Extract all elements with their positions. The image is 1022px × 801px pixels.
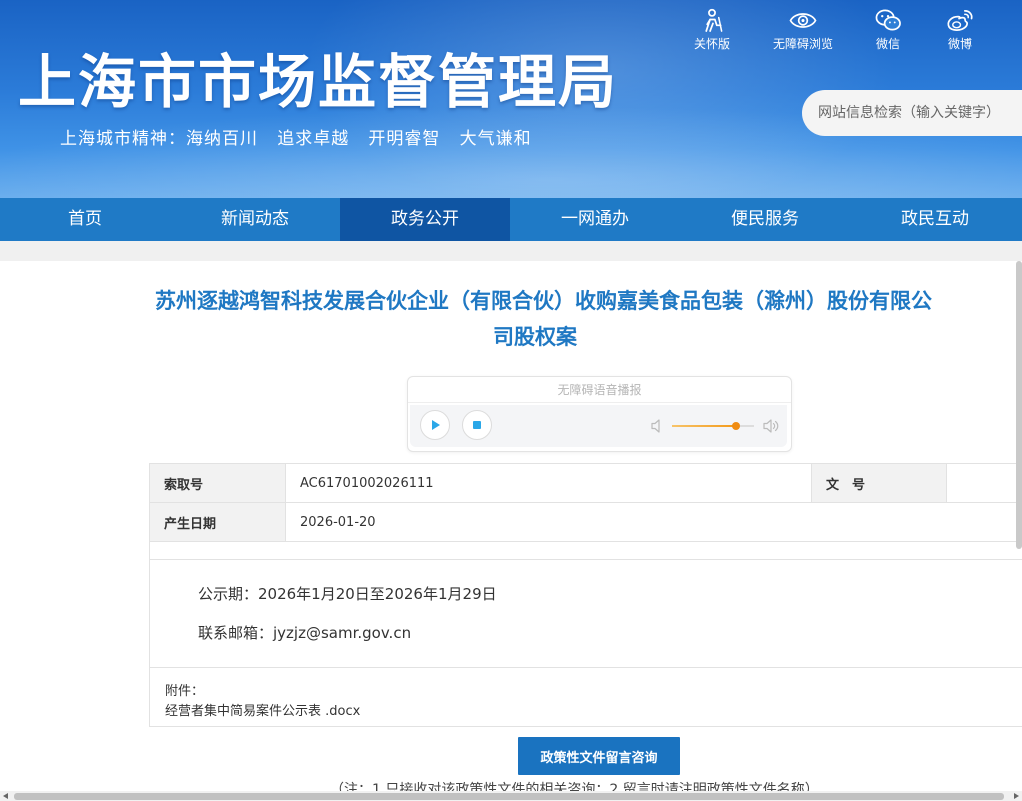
volume-high-icon[interactable] [762,417,780,435]
player-controls [410,405,787,447]
publicity-period: 公示期：2026年1月20日至2026年1月29日 [198,585,497,603]
scroll-left-icon[interactable] [3,793,8,799]
voice-broadcast-label: 无障碍语音播报 [408,377,791,403]
doc-no-label: 文 号 [811,463,947,503]
body-divider [150,559,1022,560]
nav-item-0[interactable]: 首页 [0,198,170,241]
volume-low-icon[interactable] [650,418,664,434]
horizontal-scrollbar-thumb[interactable] [14,793,1004,800]
nav-item-1[interactable]: 新闻动态 [170,198,340,241]
site-search-input[interactable] [802,90,1022,136]
accessible-browse-button[interactable]: 无障碍浏览 [762,8,844,52]
table-row: 产生日期 2026-01-20 [149,502,1022,542]
elderly-care-icon [705,8,723,32]
eye-icon [789,13,817,28]
header-tools: 关怀版 无障碍浏览 微信 微博 [680,8,988,52]
document-info-table: 索取号 AC61701002026111 文 号 产生日期 2026-01-20 [149,463,1022,542]
volume-slider-knob[interactable] [731,422,740,430]
nav-item-5[interactable]: 政民互动 [850,198,1020,241]
wechat-icon [875,9,901,31]
attachment-label: 附件： [165,684,205,699]
article-title-line-1: 苏州逐越鸿智科技发展合伙企业（有限合伙）收购嘉美食品包装（滁州）股份有限公 [155,289,932,313]
article-title-line-2: 司股权案 [493,325,577,349]
wechat-label: 微信 [875,37,900,51]
play-button[interactable] [420,410,450,440]
contact-email: 联系邮箱：jyzjz@samr.gov.cn [198,624,412,642]
play-icon [432,420,440,430]
article-title: 苏州逐越鸿智科技发展合伙企业（有限合伙）收购嘉美食品包装（滁州）股份有限公 司股… [150,283,1022,355]
accessible-browse-label: 无障碍浏览 [772,37,833,51]
stop-icon [473,421,481,429]
nav-item-4[interactable]: 便民服务 [680,198,850,241]
site-title[interactable]: 上海市市场监督管理局 [18,46,618,118]
weibo-button[interactable]: 微博 [932,8,988,52]
nav-item-3[interactable]: 一网通办 [510,198,680,241]
scroll-right-icon[interactable] [1014,793,1019,799]
stop-button[interactable] [462,410,492,440]
index-no-value: AC61701002026111 [285,463,812,503]
weibo-icon [947,10,973,31]
voice-broadcast-player: 无障碍语音播报 [407,376,792,452]
horizontal-scrollbar[interactable] [0,791,1022,801]
doc-no-value [946,463,1022,503]
attachment-section: 附件： 经营者集中简易案件公示表 .docx [149,667,1022,727]
care-version-button[interactable]: 关怀版 [680,8,744,52]
main-nav: 首页 新闻动态 政务公开 一网通办 便民服务 政民互动 [0,198,1022,241]
date-label: 产生日期 [149,502,286,542]
attachment-file-link[interactable]: 经营者集中简易案件公示表 .docx [165,700,360,719]
city-slogan: 上海城市精神：海纳百川 追求卓越 开明睿智 大气谦和 [60,129,532,149]
weibo-label: 微博 [947,37,972,51]
wechat-button[interactable]: 微信 [862,8,914,52]
site-header: 上海市市场监督管理局 上海城市精神：海纳百川 追求卓越 开明睿智 大气谦和 关怀… [0,0,1022,198]
nav-item-2[interactable]: 政务公开 [340,198,510,241]
volume-slider-fill [672,425,736,427]
article-content: 苏州逐越鸿智科技发展合伙企业（有限合伙）收购嘉美食品包装（滁州）股份有限公 司股… [0,261,1022,801]
vertical-scrollbar[interactable] [1016,261,1022,549]
policy-consult-button[interactable]: 政策性文件留言咨询 [518,737,680,775]
index-no-label: 索取号 [149,463,286,503]
care-version-label: 关怀版 [693,37,730,51]
date-value: 2026-01-20 [285,502,1022,542]
article-body: 公示期：2026年1月20日至2026年1月29日 联系邮箱：jyzjz@sam… [149,541,1022,668]
volume-slider[interactable] [672,422,754,430]
table-row: 索取号 AC61701002026111 文 号 [149,463,1022,503]
